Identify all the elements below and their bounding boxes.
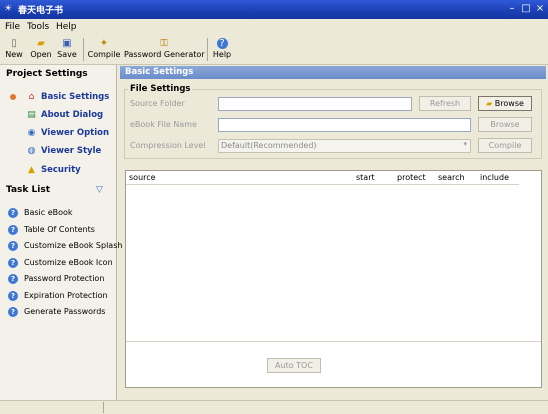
new-button[interactable]: ▯ New: [4, 36, 24, 63]
basic-settings-header: Basic Settings: [120, 66, 546, 79]
task-help-icon: ?: [8, 258, 18, 268]
nav-viewer-option-label: Viewer Option: [41, 128, 110, 138]
save-icon: ▣: [62, 38, 72, 49]
menu-file[interactable]: File: [5, 22, 20, 32]
task-item[interactable]: ? Table Of Contents: [8, 224, 116, 238]
nav-security-label: Security: [41, 165, 81, 175]
task-help-icon: ?: [8, 241, 18, 251]
compile-icon: ✦: [99, 38, 109, 49]
ebook-file-name-input[interactable]: [218, 118, 471, 132]
title-bar: ☀ 春天电子书 – □ ×: [0, 0, 548, 19]
column-protect[interactable]: protect: [397, 171, 426, 184]
browse-label: Browse: [494, 99, 524, 108]
viewer-option-icon: ◉: [27, 128, 36, 138]
new-label: New: [5, 50, 23, 59]
toolbar-separator: [83, 38, 84, 61]
toolbar-separator: [207, 38, 208, 61]
task-item[interactable]: ? Generate Passwords: [8, 306, 116, 320]
basic-settings-title: Basic Settings: [125, 67, 194, 77]
chevron-down-icon: ▾: [463, 140, 467, 148]
auto-toc-button[interactable]: Auto TOC: [267, 358, 321, 373]
nav-basic-settings-label: Basic Settings: [41, 92, 110, 102]
viewer-style-icon: ◍: [27, 146, 36, 156]
task-label: Customize eBook Icon: [24, 258, 113, 267]
app-icon: ☀: [4, 4, 13, 14]
key-icon: ⚿: [160, 38, 168, 49]
column-search[interactable]: search: [438, 171, 465, 184]
task-help-icon: ?: [8, 225, 18, 235]
compression-level-value: Default(Recommended): [221, 141, 317, 150]
help-icon: ?: [216, 38, 228, 49]
open-button[interactable]: ▰ Open: [29, 36, 53, 63]
column-start[interactable]: start: [356, 171, 375, 184]
source-folder-label: Source Folder: [130, 99, 185, 108]
task-item[interactable]: ? Basic eBook: [8, 207, 116, 221]
help-button[interactable]: ? Help: [211, 36, 233, 63]
task-help-icon: ?: [8, 307, 18, 317]
task-item[interactable]: ? Password Protection: [8, 273, 116, 287]
table-divider: [126, 341, 541, 342]
file-settings-title: File Settings: [128, 84, 193, 94]
left-pane: Project Settings ⌂ Basic Settings ▤ Abou…: [0, 65, 122, 400]
task-help-icon: ?: [8, 291, 18, 301]
task-label: Password Protection: [24, 274, 105, 283]
compile-button[interactable]: ✦ Compile: [87, 36, 121, 63]
dialog-icon: ▤: [27, 110, 36, 120]
selected-bullet: [10, 94, 16, 100]
status-separator: [103, 402, 104, 413]
collapse-icon[interactable]: ▽: [96, 185, 106, 195]
task-help-icon: ?: [8, 208, 18, 218]
password-generator-button[interactable]: ⚿ Password Generator: [124, 36, 205, 63]
folder-icon: ▰: [486, 99, 493, 108]
nav-viewer-option[interactable]: ◉ Viewer Option: [26, 127, 116, 141]
column-source[interactable]: source: [129, 171, 156, 184]
refresh-button[interactable]: Refresh: [419, 96, 471, 111]
maximize-button[interactable]: □: [520, 3, 532, 15]
browse-button[interactable]: ▰ Browse: [478, 96, 532, 111]
open-label: Open: [30, 50, 52, 59]
nav-about-dialog[interactable]: ▤ About Dialog: [26, 109, 116, 123]
menu-tools[interactable]: Tools: [27, 22, 49, 32]
browse-button-2[interactable]: Browse: [478, 117, 532, 132]
compile-settings-button[interactable]: Compile: [478, 138, 532, 153]
task-label: Customize eBook Splash: [24, 241, 123, 250]
task-item[interactable]: ? Customize eBook Splash: [8, 240, 122, 254]
task-label: Basic eBook: [24, 208, 73, 217]
ebook-file-name-label: eBook File Name: [130, 120, 197, 129]
open-folder-icon: ▰: [37, 38, 45, 49]
status-bar: [0, 400, 548, 414]
compression-level-select[interactable]: Default(Recommended) ▾: [218, 139, 471, 153]
task-label: Expiration Protection: [24, 291, 108, 300]
lock-icon: ▲: [28, 165, 35, 175]
nav-viewer-style[interactable]: ◍ Viewer Style: [26, 145, 116, 159]
nav-about-dialog-label: About Dialog: [41, 110, 104, 120]
toolbar: ▯ New ▰ Open ▣ Save ✦ Compile ⚿ Password…: [0, 35, 548, 65]
source-folder-input[interactable]: [218, 97, 412, 111]
save-button[interactable]: ▣ Save: [56, 36, 78, 63]
password-generator-label: Password Generator: [124, 50, 205, 59]
new-file-icon: ▯: [11, 38, 17, 49]
help-label: Help: [212, 50, 232, 59]
task-item[interactable]: ? Expiration Protection: [8, 290, 116, 304]
menu-bar: File Tools Help: [0, 20, 548, 34]
compression-level-label: Compression Level: [130, 141, 206, 150]
task-label: Generate Passwords: [24, 307, 106, 316]
source-table[interactable]: source start protect search include Auto…: [125, 170, 542, 388]
task-label: Table Of Contents: [24, 225, 95, 234]
nav-security[interactable]: ▲ Security: [26, 164, 116, 178]
task-help-icon: ?: [8, 274, 18, 284]
column-include[interactable]: include: [480, 171, 509, 184]
task-list-title: Task List: [6, 185, 51, 195]
menu-help[interactable]: Help: [56, 22, 77, 32]
nav-basic-settings[interactable]: ⌂ Basic Settings: [26, 91, 116, 105]
close-button[interactable]: ×: [534, 3, 546, 15]
home-icon: ⌂: [28, 92, 35, 102]
project-settings-title: Project Settings: [6, 69, 88, 79]
nav-viewer-style-label: Viewer Style: [41, 146, 102, 156]
window-title: 春天电子书: [18, 6, 64, 16]
compile-label: Compile: [87, 50, 121, 59]
save-label: Save: [57, 50, 77, 59]
minimize-button[interactable]: –: [506, 3, 518, 15]
task-item[interactable]: ? Customize eBook Icon: [8, 257, 116, 271]
